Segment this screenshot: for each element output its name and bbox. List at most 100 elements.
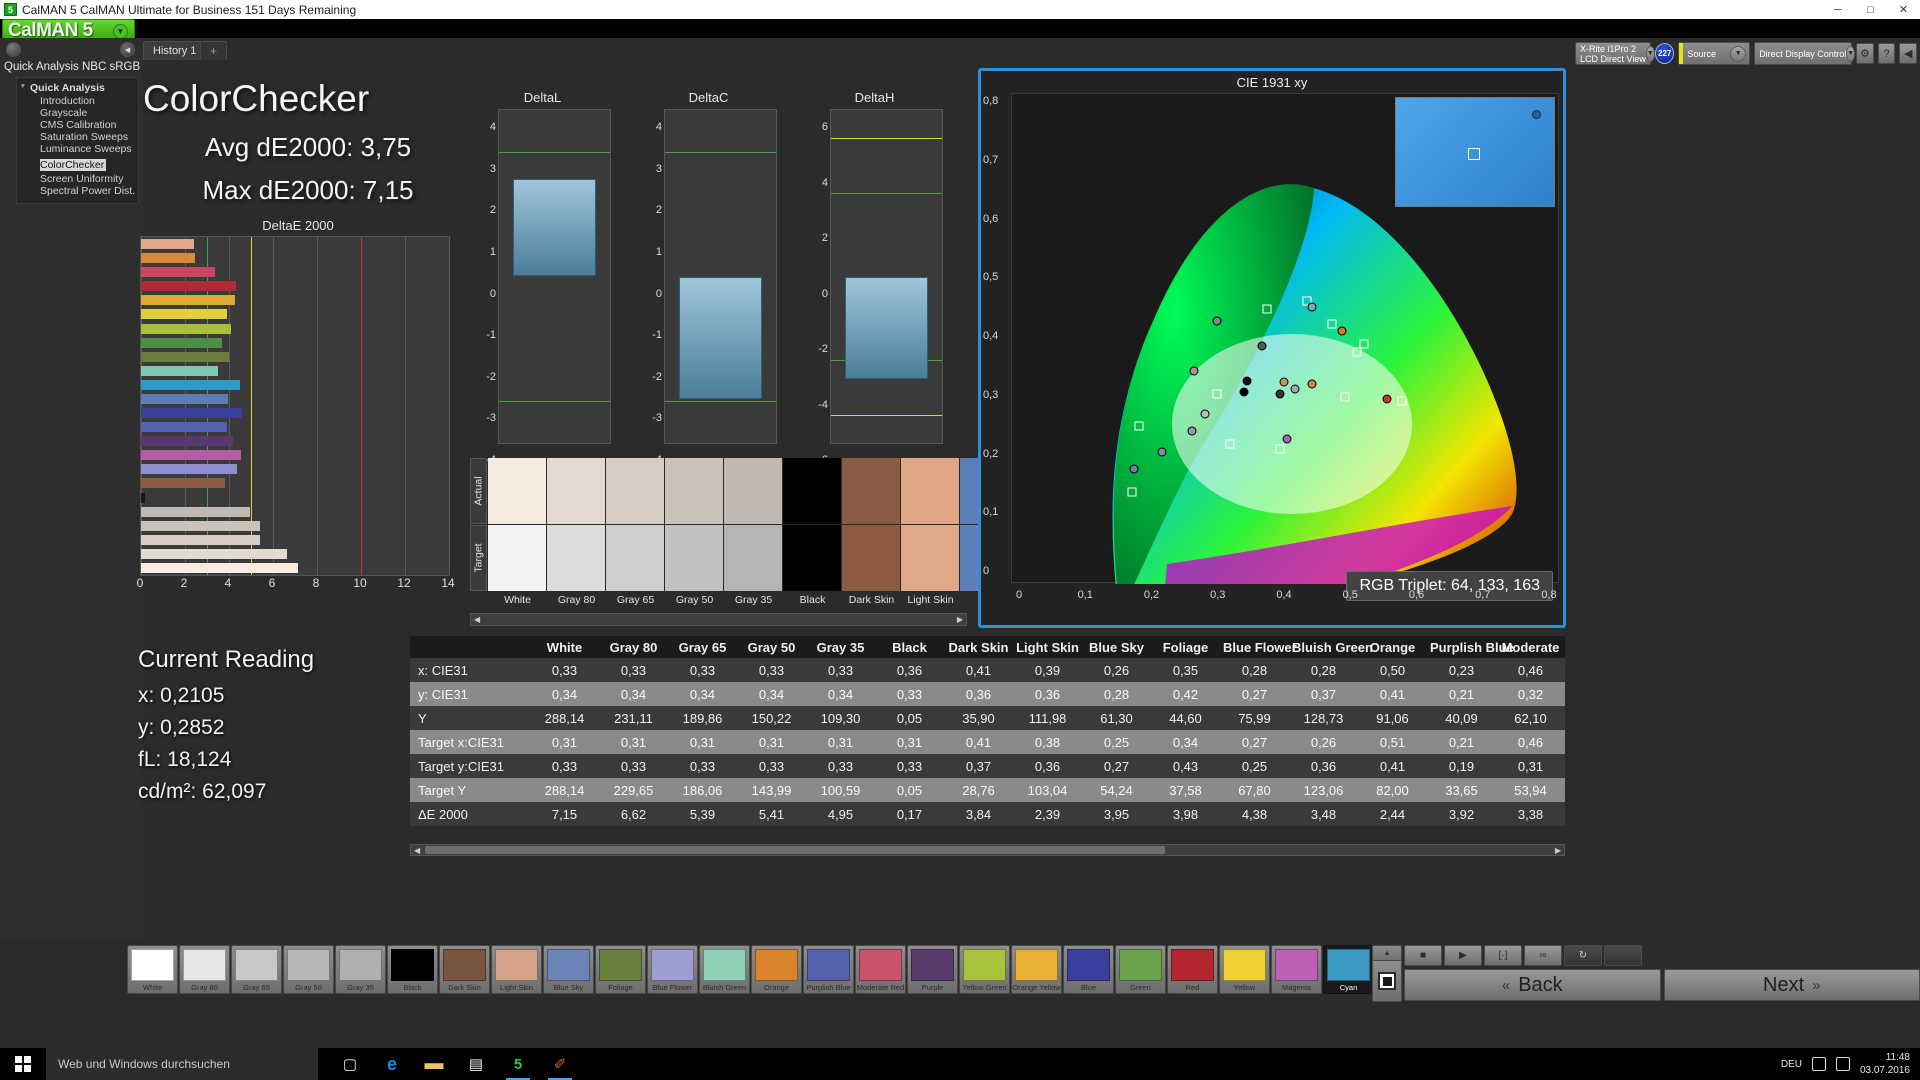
- sidebar-item-spectral-power-dist[interactable]: Spectral Power Dist.: [17, 185, 138, 197]
- collapse-sidebar-icon[interactable]: ◀: [120, 42, 135, 57]
- target-label-text: Target: [472, 543, 485, 573]
- next-button[interactable]: Next »: [1663, 969, 1920, 1001]
- color-patch-button[interactable]: Black: [387, 945, 438, 994]
- table-cell: 0,28: [1082, 682, 1151, 706]
- swatch-column-name: Gray 80: [557, 594, 596, 606]
- play-button[interactable]: ▶: [1444, 945, 1482, 966]
- tray-lang[interactable]: DEU: [1781, 1059, 1802, 1070]
- measurement-table-scrollbar[interactable]: ◀ ▶: [410, 844, 1565, 856]
- color-patch-button[interactable]: Gray 35: [335, 945, 386, 994]
- color-patch-button[interactable]: Orange Yellow: [1011, 945, 1062, 994]
- close-button[interactable]: ✕: [1887, 0, 1920, 19]
- single-read-button[interactable]: [·]: [1484, 945, 1522, 966]
- clock[interactable]: 11:48 03.07.2016: [1860, 1051, 1910, 1077]
- color-patch-button[interactable]: White: [127, 945, 178, 994]
- source-selector[interactable]: Source ▼: [1678, 42, 1751, 65]
- pattern-window-control[interactable]: ▲: [1372, 945, 1402, 1003]
- task-view-icon[interactable]: ▢: [330, 1048, 370, 1080]
- color-patch-button[interactable]: Bluish Green: [699, 945, 750, 994]
- edge-icon[interactable]: e: [372, 1048, 412, 1080]
- sidebar-item-saturation-sweeps[interactable]: Saturation Sweeps: [17, 131, 138, 143]
- maximize-button[interactable]: □: [1854, 0, 1887, 19]
- table-cell: 0,26: [1082, 658, 1151, 682]
- add-tab-button[interactable]: +: [200, 41, 228, 60]
- color-patch-button[interactable]: Purplish Blue: [803, 945, 854, 994]
- calman-taskbar-icon[interactable]: 5: [498, 1048, 538, 1080]
- table-cell: 0,35: [1151, 658, 1220, 682]
- record-icon[interactable]: [6, 42, 21, 57]
- actual-target-scrollbar[interactable]: ◀ ▶: [470, 613, 967, 626]
- cie-measured-marker: [1239, 387, 1249, 397]
- continuous-read-button[interactable]: ∞: [1524, 945, 1562, 966]
- scroll-right-icon[interactable]: ▶: [1552, 846, 1564, 855]
- color-patch-chip: [755, 949, 798, 981]
- scroll-right-icon[interactable]: ▶: [954, 615, 966, 624]
- network-icon[interactable]: [1811, 1057, 1826, 1071]
- back-button[interactable]: « Back: [1404, 969, 1661, 1001]
- color-patch-button[interactable]: Green: [1115, 945, 1166, 994]
- tree-group-quick-analysis[interactable]: Quick Analysis: [17, 81, 138, 95]
- color-patch-chip: [1223, 949, 1266, 981]
- back-arrow-icon[interactable]: ◀: [1899, 43, 1918, 64]
- delta-l-chart: DeltaL 43210-1-2-3-4: [474, 90, 611, 466]
- sidebar-item-cms-calibration[interactable]: CMS Calibration: [17, 119, 138, 131]
- color-patch-button[interactable]: Gray 50: [283, 945, 334, 994]
- color-patch-button[interactable]: Moderate Red: [855, 945, 906, 994]
- sidebar-item-grayscale[interactable]: Grayscale: [17, 107, 138, 119]
- extra-button[interactable]: [1604, 945, 1642, 966]
- minimize-button[interactable]: ─: [1821, 0, 1854, 19]
- scroll-left-icon[interactable]: ◀: [411, 846, 423, 855]
- chevron-down-icon[interactable]: ▼: [113, 24, 128, 39]
- pattern-size-icon[interactable]: [1372, 961, 1402, 1002]
- sidebar-item-screen-uniformity[interactable]: Screen Uniformity: [17, 173, 138, 185]
- scrollbar-thumb[interactable]: [425, 846, 1165, 854]
- color-patch-button[interactable]: Gray 65: [231, 945, 282, 994]
- color-patch-button[interactable]: Blue Flower: [647, 945, 698, 994]
- refresh-button[interactable]: ↻: [1564, 945, 1602, 966]
- start-button[interactable]: [0, 1048, 46, 1080]
- chevron-down-icon[interactable]: ▼: [1645, 45, 1655, 62]
- color-patch-button[interactable]: Purple: [907, 945, 958, 994]
- color-patch-button[interactable]: Foliage: [595, 945, 646, 994]
- table-row-header: ΔE 2000: [410, 802, 530, 826]
- store-icon[interactable]: ▤: [456, 1048, 496, 1080]
- paint-icon[interactable]: ✐: [540, 1048, 580, 1080]
- target-row-label: Target: [470, 525, 487, 591]
- chevron-down-icon[interactable]: ▼: [1730, 45, 1747, 62]
- color-patch-button[interactable]: Magenta: [1271, 945, 1322, 994]
- scroll-left-icon[interactable]: ◀: [471, 615, 483, 624]
- tab-history-1[interactable]: History 1: [143, 41, 207, 60]
- color-patch-button[interactable]: Yellow: [1219, 945, 1270, 994]
- color-patch-button[interactable]: Red: [1167, 945, 1218, 994]
- color-patch-button[interactable]: Blue: [1063, 945, 1114, 994]
- table-cell: 0,28: [1289, 658, 1358, 682]
- display-control-selector[interactable]: Direct Display Control ▼: [1754, 42, 1856, 65]
- color-patch-button[interactable]: Blue Sky: [543, 945, 594, 994]
- table-cell: 0,38: [1013, 730, 1082, 754]
- chevron-down-icon[interactable]: ▼: [1846, 45, 1856, 62]
- table-row-header: Target Y: [410, 778, 530, 802]
- table-cell: 0,05: [875, 706, 944, 730]
- stop-button[interactable]: ■: [1404, 945, 1442, 966]
- sidebar-item-luminance-sweeps[interactable]: Luminance Sweeps: [17, 143, 138, 155]
- color-patch-button[interactable]: Yellow Green: [959, 945, 1010, 994]
- sidebar-item-colorchecker[interactable]: ColorChecker: [40, 159, 107, 171]
- color-patch-button[interactable]: Gray 80: [179, 945, 230, 994]
- color-patch-label: Blue: [1080, 983, 1096, 992]
- color-patch-button[interactable]: Light Skin: [491, 945, 542, 994]
- table-cell: 7,15: [530, 802, 599, 826]
- swatch-column-name: Light Skin: [907, 594, 954, 606]
- color-patch-button[interactable]: Orange: [751, 945, 802, 994]
- color-patch-button[interactable]: Dark Skin: [439, 945, 490, 994]
- gear-icon[interactable]: ⚙: [1856, 43, 1874, 64]
- axis-tick-label: 3: [489, 162, 496, 175]
- meter-selector[interactable]: X-Rite i1Pro 2 LCD Direct View ▼: [1575, 42, 1655, 65]
- file-explorer-icon[interactable]: ▬: [414, 1048, 454, 1080]
- help-icon[interactable]: ?: [1877, 43, 1896, 64]
- table-column-header: Moderate: [1496, 636, 1565, 658]
- search-input[interactable]: Web und Windows durchsuchen: [46, 1048, 318, 1080]
- volume-icon[interactable]: [1835, 1057, 1850, 1071]
- color-patch-button[interactable]: Cyan: [1323, 945, 1374, 994]
- up-arrow-icon[interactable]: ▲: [1372, 945, 1402, 961]
- sidebar-item-introduction[interactable]: Introduction: [17, 95, 138, 107]
